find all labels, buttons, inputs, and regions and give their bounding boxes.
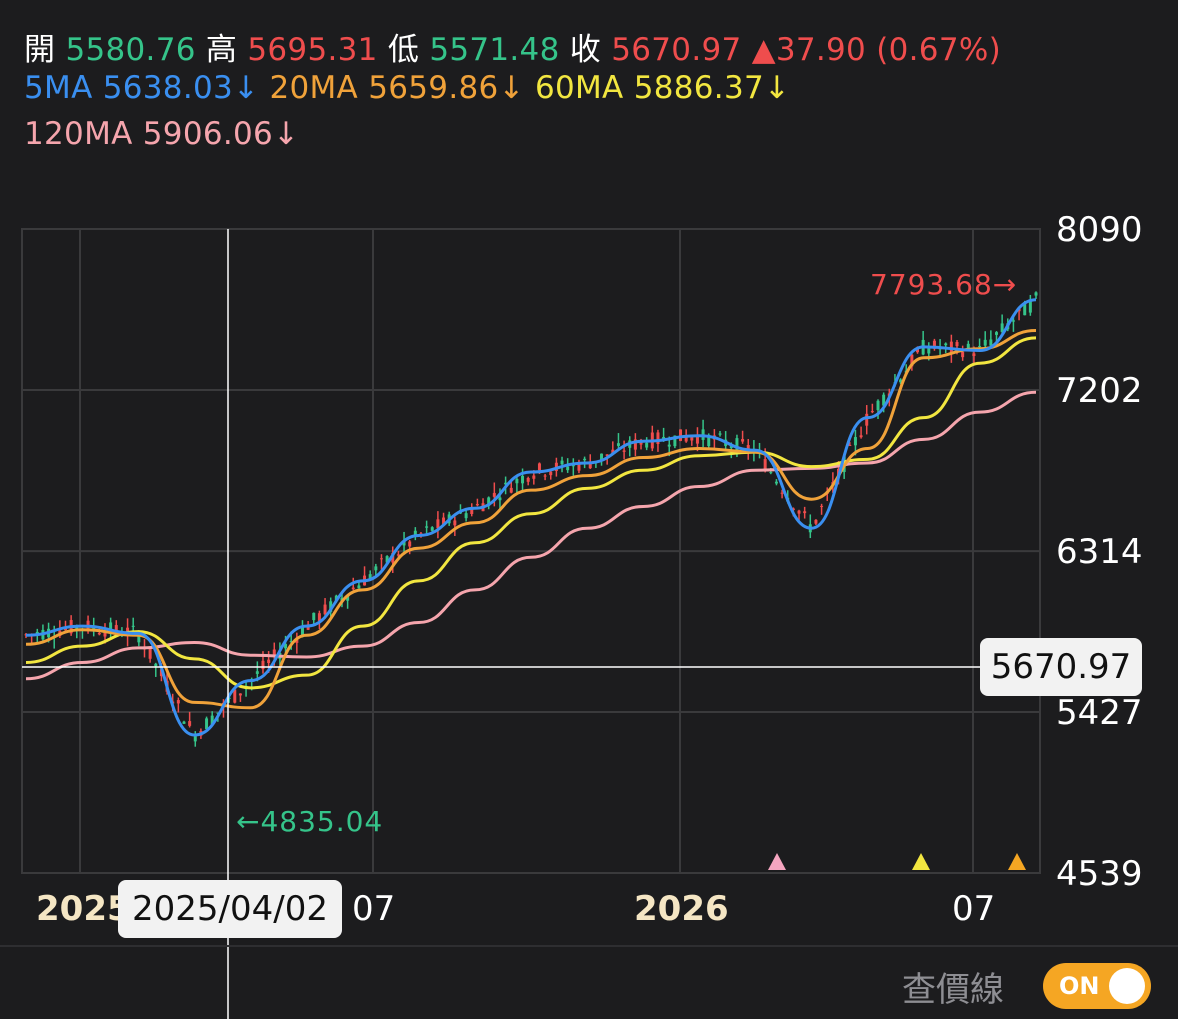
- cursor-date-label: 2025/04/02: [118, 880, 342, 938]
- candle-body: [949, 341, 953, 353]
- candle-body: [255, 671, 259, 674]
- candle-body: [408, 541, 412, 547]
- candle-body: [718, 433, 722, 435]
- candle-body: [944, 343, 948, 346]
- price-line-toggle-label: 查價線: [902, 970, 1004, 1010]
- candle-body: [131, 625, 135, 627]
- signal-marker-orange-triangle: [1008, 853, 1026, 870]
- series-line-5ma: [25, 298, 1037, 737]
- candle-body: [453, 520, 457, 526]
- candle-body: [470, 509, 474, 515]
- candle-body: [464, 513, 468, 519]
- series-line-20ma: [25, 329, 1037, 710]
- signal-marker-pink-triangle: [768, 853, 786, 870]
- candle-body: [351, 587, 355, 590]
- candle-body: [577, 464, 581, 471]
- candle-body: [645, 442, 649, 448]
- y-tick-label: 8090: [1056, 210, 1143, 250]
- candle-body: [475, 504, 479, 506]
- candle-body: [583, 458, 587, 461]
- candle-body: [679, 429, 683, 441]
- candle-body: [995, 332, 999, 335]
- candle-body: [876, 400, 880, 411]
- candle-body: [238, 693, 242, 696]
- candle-body: [154, 663, 158, 667]
- period-low-annotation: ←4835.04: [236, 805, 383, 838]
- candle-body: [667, 444, 671, 447]
- candle-body: [515, 479, 519, 484]
- candle-body: [537, 463, 541, 471]
- candle-body: [769, 472, 773, 474]
- candle-body: [972, 353, 976, 356]
- candle-body: [267, 659, 271, 663]
- candle-body: [436, 519, 440, 529]
- footer-divider: [0, 945, 1178, 947]
- y-tick-label: 6314: [1056, 532, 1143, 572]
- candle-body: [853, 437, 857, 446]
- candle-body: [622, 450, 626, 452]
- candle-body: [820, 505, 824, 507]
- candle-body: [566, 466, 570, 471]
- candlestick-group: [24, 291, 1038, 747]
- candle-body: [656, 432, 660, 444]
- candle-body: [774, 481, 778, 484]
- candle-body: [865, 413, 869, 426]
- x-tick-label: 2025: [36, 889, 131, 929]
- period-high-annotation: 7793.68→: [870, 268, 1017, 301]
- candle-body: [97, 632, 101, 635]
- candle-body: [323, 604, 327, 615]
- candle-body: [521, 475, 525, 484]
- candle-body: [983, 339, 987, 346]
- candle-body: [312, 612, 316, 621]
- toggle-state-text: ON: [1059, 972, 1100, 1000]
- candle-body: [549, 471, 553, 476]
- candle-body: [814, 519, 818, 524]
- candle-body: [927, 348, 931, 354]
- candle-body: [526, 477, 530, 482]
- candle-body: [955, 342, 959, 347]
- candle-body: [1034, 292, 1038, 296]
- toggle-knob: [1109, 968, 1145, 1004]
- candle-body: [425, 526, 429, 528]
- candle-body: [176, 700, 180, 704]
- candle-body: [978, 346, 982, 348]
- candle-body: [182, 721, 186, 724]
- candle-body: [560, 460, 564, 465]
- candle-body: [188, 721, 192, 726]
- candle-body: [797, 510, 801, 514]
- candle-body: [961, 351, 965, 358]
- x-tick-label: 07: [352, 889, 395, 929]
- candle-body: [1011, 320, 1015, 322]
- x-tick-label: 07: [952, 889, 995, 929]
- candle-body: [859, 435, 863, 438]
- y-tick-label: 4539: [1056, 854, 1143, 894]
- candle-body: [543, 475, 547, 477]
- candle-body: [509, 487, 513, 493]
- candle-body: [205, 718, 209, 730]
- candle-body: [148, 647, 152, 659]
- candle-body: [374, 566, 378, 571]
- y-tick-label: 7202: [1056, 371, 1143, 411]
- signal-marker-yellow-triangle: [912, 853, 930, 870]
- candle-body: [616, 443, 620, 446]
- price-line-toggle[interactable]: ON: [1043, 963, 1151, 1009]
- price-chart[interactable]: 8090 7202 6314 5427 4539 2025 07 2026 07 7793.68→…: [0, 0, 1178, 1019]
- candle-body: [803, 511, 807, 514]
- candle-body: [780, 492, 784, 494]
- candle-body: [870, 411, 874, 413]
- candle-body: [357, 585, 361, 589]
- candle-body: [430, 527, 434, 531]
- candle-body: [261, 660, 265, 670]
- candle-body: [492, 492, 496, 497]
- y-tick-label: 5427: [1056, 693, 1143, 733]
- candle-body: [498, 497, 502, 501]
- candle-body: [741, 439, 745, 442]
- x-tick-label: 2026: [634, 889, 729, 929]
- candle-body: [532, 475, 536, 479]
- cursor-price-label: 5670.97: [980, 638, 1142, 696]
- candle-body: [379, 558, 383, 560]
